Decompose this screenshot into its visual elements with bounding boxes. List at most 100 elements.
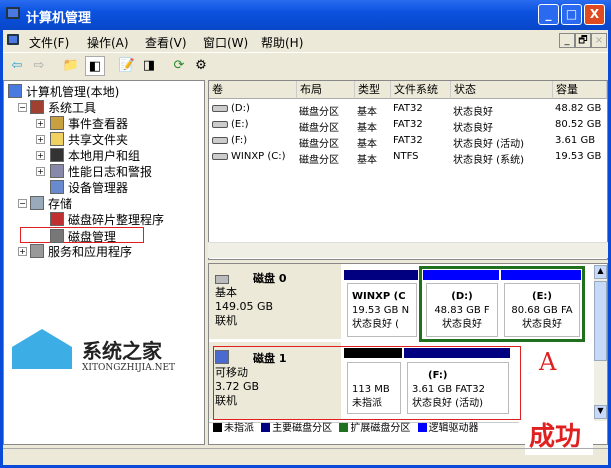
column-header-volume[interactable]: 卷: [209, 81, 297, 99]
defrag-icon: [50, 212, 64, 226]
volume-row[interactable]: (E:) 磁盘分区 基本 FAT32 状态良好 80.52 GB: [209, 117, 607, 134]
cell-layout: 磁盘分区: [299, 123, 339, 134]
menu-help[interactable]: 帮助(H): [261, 34, 303, 51]
menu-view[interactable]: 查看(V): [145, 34, 187, 51]
console-tree: 计算机管理(本地) − 系统工具 + 事件查看器 + 共享文件夹 + 本地用户和…: [3, 80, 205, 445]
menu-window[interactable]: 窗口(W): [203, 34, 248, 51]
volume-row[interactable]: (F:) 磁盘分区 基本 FAT32 状态良好 (活动) 3.61 GB: [209, 133, 607, 150]
tree-item-defrag[interactable]: 磁盘碎片整理程序: [50, 211, 164, 228]
scroll-thumb[interactable]: [594, 281, 607, 361]
tools-icon: [30, 100, 44, 114]
cell-vol: (D:): [231, 103, 250, 114]
column-header-type[interactable]: 类型: [355, 81, 391, 99]
action-pane-icon[interactable]: ◨: [139, 56, 159, 76]
minimize-button[interactable]: _: [538, 4, 559, 25]
cell-cap: 19.53 GB: [555, 151, 602, 162]
users-icon: [50, 148, 64, 162]
partition-size: 19.53 GB N: [352, 305, 410, 316]
maximize-button[interactable]: □: [561, 4, 582, 25]
partition-size: 48.83 GB F: [434, 305, 490, 316]
help-icon[interactable]: ⚙: [191, 56, 211, 76]
volume-row[interactable]: WINXP (C:) 磁盘分区 基本 NTFS 状态良好 (系统) 19.53 GB: [209, 149, 607, 166]
partition-d[interactable]: (D:) 48.83 GB F 状态良好: [426, 283, 498, 337]
tree-item-disk-management[interactable]: 磁盘管理: [20, 227, 144, 244]
partition-title: (D:): [451, 291, 473, 302]
logical-swatch: [417, 423, 427, 432]
tree-item-services[interactable]: 服务和应用程序: [30, 243, 132, 260]
scroll-up-icon[interactable]: ▲: [594, 265, 607, 279]
tree-item-local-users[interactable]: 本地用户和组: [50, 147, 140, 164]
horizontal-scrollbar[interactable]: [208, 242, 608, 258]
tree-item-device-manager[interactable]: 设备管理器: [50, 179, 128, 196]
forward-arrow-icon[interactable]: ⇨: [29, 56, 49, 76]
expand-icon[interactable]: +: [36, 135, 45, 144]
back-arrow-icon[interactable]: ⇦: [7, 56, 27, 76]
partition-status: 状态良好 (: [352, 319, 400, 330]
title-bar: 计算机管理 _ □ X: [0, 0, 611, 30]
partition-title: (E:): [532, 291, 552, 302]
column-header-status[interactable]: 状态: [451, 81, 553, 99]
disk-0-label[interactable]: 磁盘 0 基本 149.05 GB 联机: [209, 264, 341, 340]
primary-partition-bar: [344, 270, 418, 280]
partition-e[interactable]: (E:) 80.68 GB FA 状态良好: [504, 283, 580, 337]
volume-row[interactable]: (D:) 磁盘分区 基本 FAT32 状态良好 48.82 GB: [209, 101, 607, 118]
menu-file[interactable]: 文件(F): [29, 34, 69, 51]
disk-state: 联机: [215, 314, 237, 327]
properties-icon[interactable]: 📝: [117, 56, 137, 76]
show-hide-tree-icon[interactable]: ◧: [85, 56, 105, 76]
unallocated-swatch: [213, 423, 222, 432]
tree-label: 共享文件夹: [68, 133, 129, 147]
mdi-close-button[interactable]: ×: [591, 33, 607, 48]
column-header-capacity[interactable]: 容量: [553, 81, 607, 99]
column-header-layout[interactable]: 布局: [297, 81, 355, 99]
window-title: 计算机管理: [26, 11, 92, 26]
volume-list: 卷 布局 类型 文件系统 状态 容量 (D:) 磁盘分区 基本 FAT32 状态良好 48…: [208, 80, 608, 260]
device-manager-icon: [50, 180, 64, 194]
menu-action[interactable]: 操作(A): [87, 34, 129, 51]
expand-icon[interactable]: +: [36, 167, 45, 176]
partition-c[interactable]: WINXP (C 19.53 GB N 状态良好 (: [347, 283, 417, 337]
tree-label: 性能日志和警报: [68, 165, 153, 179]
legend: 未指派 主要磁盘分区 扩展磁盘分区 逻辑驱动器: [209, 422, 519, 444]
drive-icon: [212, 105, 228, 112]
partition-size: 80.68 GB FA: [511, 305, 573, 316]
logical-drive-bar: [423, 270, 499, 280]
tree-item-perf-logs[interactable]: 性能日志和警报: [50, 163, 152, 180]
cell-type: 基本: [357, 107, 377, 118]
primary-swatch: [261, 423, 271, 432]
disk-type: 基本: [215, 286, 237, 299]
cell-cap: 48.82 GB: [555, 103, 602, 114]
vertical-scrollbar[interactable]: ▲ ▼: [594, 265, 607, 421]
close-button[interactable]: X: [584, 4, 605, 25]
cell-layout: 磁盘分区: [299, 107, 339, 118]
storage-icon: [30, 196, 44, 210]
up-folder-icon[interactable]: 📁: [61, 56, 81, 76]
legend-label: 未指派: [224, 423, 254, 434]
expand-icon[interactable]: +: [36, 119, 45, 128]
tree-item-system-tools[interactable]: 系统工具: [30, 99, 96, 116]
expand-icon[interactable]: +: [36, 151, 45, 160]
tree-root[interactable]: 计算机管理(本地): [8, 83, 119, 100]
event-viewer-icon: [50, 116, 64, 130]
collapse-icon[interactable]: −: [18, 103, 27, 112]
column-header-filesystem[interactable]: 文件系统: [391, 81, 451, 99]
cell-fs: FAT32: [393, 103, 423, 114]
toolbar: ⇦ ⇨ 📁 ◧ 📝 ◨ ⟳ ⚙: [3, 52, 608, 78]
cell-status: 状态良好 (活动): [453, 139, 524, 150]
scroll-down-icon[interactable]: ▼: [594, 405, 607, 419]
cell-type: 基本: [357, 155, 377, 166]
cell-layout: 磁盘分区: [299, 155, 339, 166]
refresh-icon[interactable]: ⟳: [169, 56, 189, 76]
cell-status: 状态良好 (系统): [453, 155, 524, 166]
expand-icon[interactable]: +: [18, 247, 27, 256]
tree-label: 磁盘碎片整理程序: [68, 213, 165, 227]
tree-item-storage[interactable]: 存储: [30, 195, 72, 212]
tree-label: 系统工具: [48, 101, 97, 115]
tree-item-shared-folders[interactable]: 共享文件夹: [50, 131, 128, 148]
drive-icon: [212, 153, 228, 160]
mdi-restore-button[interactable]: 🗗: [575, 33, 591, 48]
collapse-icon[interactable]: −: [18, 199, 27, 208]
mdi-minimize-button[interactable]: _: [559, 33, 575, 48]
cell-fs: FAT32: [393, 135, 423, 146]
tree-item-event-viewer[interactable]: 事件查看器: [50, 115, 128, 132]
